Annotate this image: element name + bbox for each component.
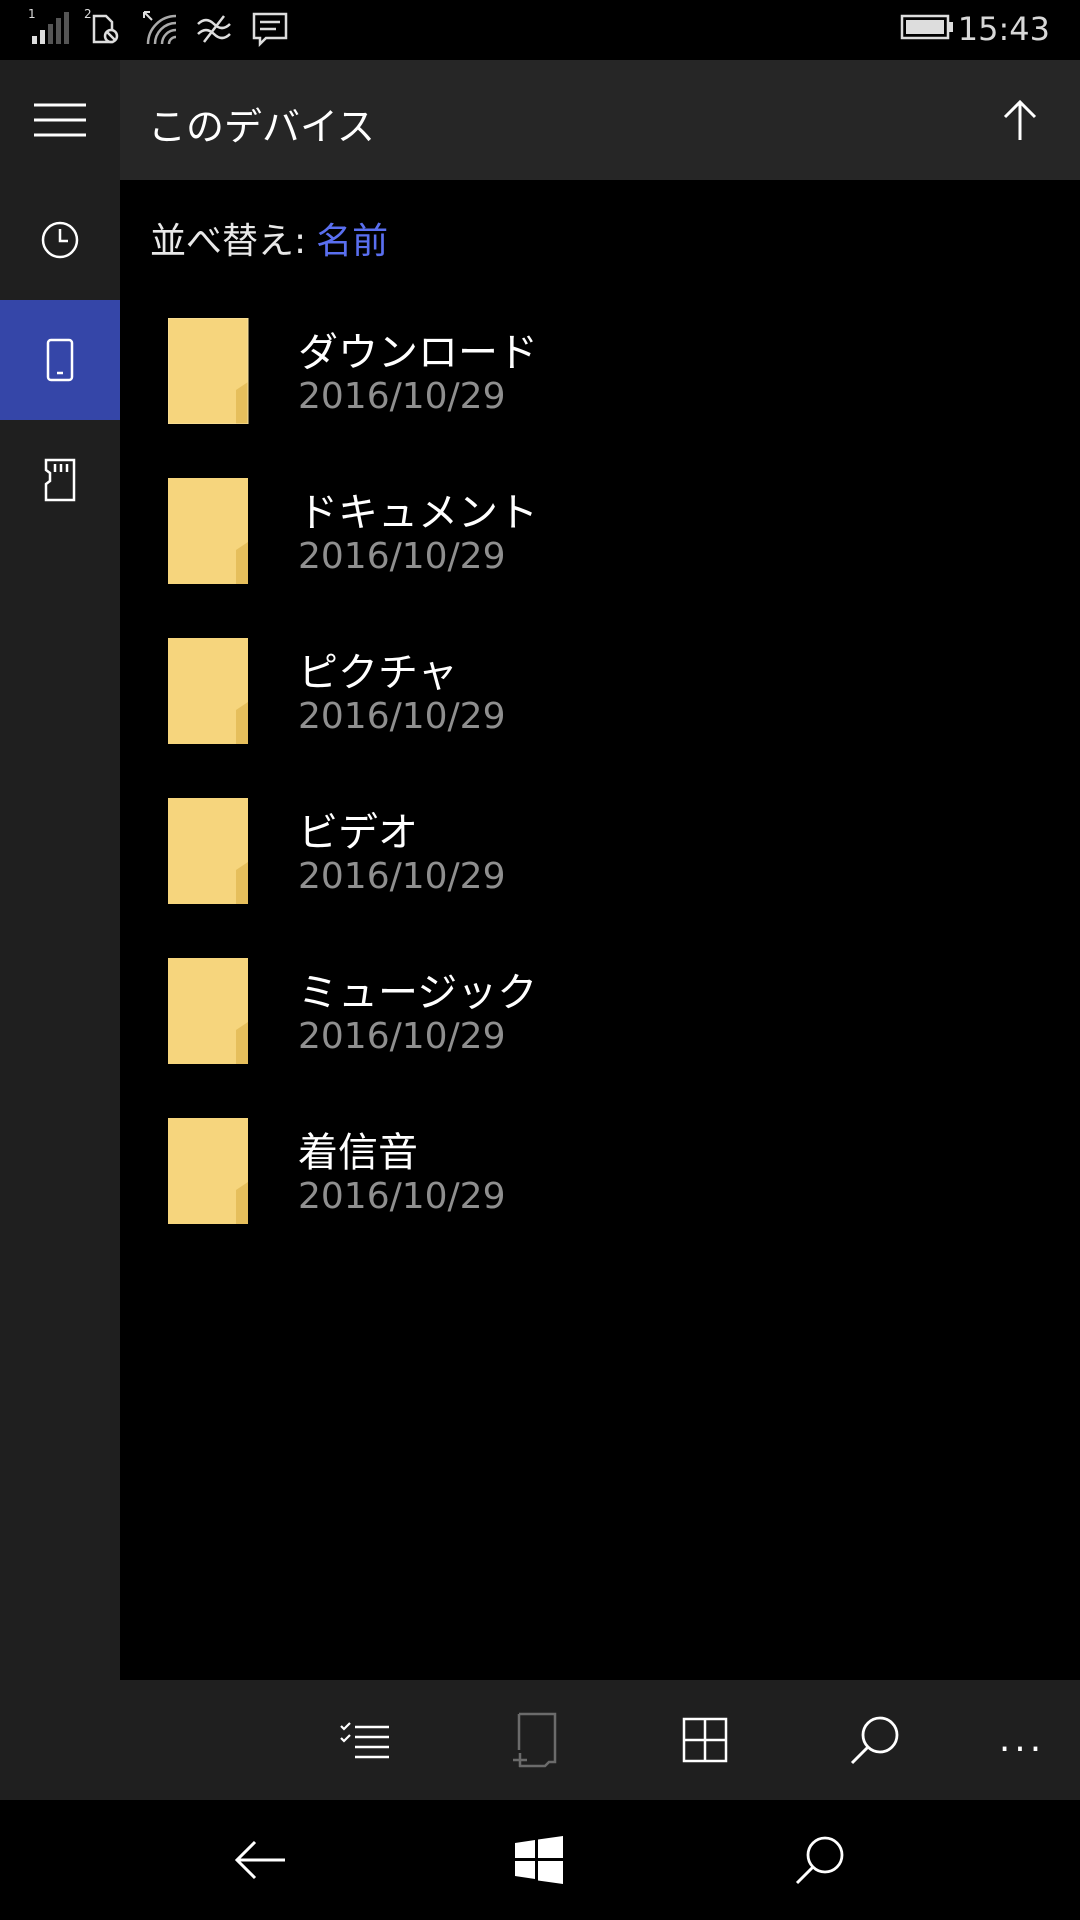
folder-name: 着信音 <box>298 1130 418 1176</box>
folder-date: 2016/10/29 <box>298 376 506 417</box>
folder-name: ドキュメント <box>298 490 538 536</box>
windows-icon <box>515 1836 563 1884</box>
folder-date: 2016/10/29 <box>298 856 506 897</box>
search-icon <box>795 1836 844 1885</box>
search-button[interactable] <box>835 1700 915 1780</box>
more-button[interactable]: ... <box>982 1700 1062 1780</box>
folder-name: ダウンロード <box>298 330 538 376</box>
new-folder-button[interactable] <box>495 1700 575 1780</box>
sim-card-icon: 2 <box>84 6 124 50</box>
arrow-up-icon <box>1003 99 1037 140</box>
back-button[interactable] <box>220 1820 300 1900</box>
menu-button[interactable] <box>0 60 120 180</box>
sim1-label: 1 <box>28 7 36 21</box>
search-icon <box>850 1716 899 1765</box>
navigation-rail <box>0 60 120 1800</box>
view-button[interactable] <box>665 1700 745 1780</box>
back-icon <box>234 1840 285 1880</box>
folder-icon <box>168 318 249 424</box>
folder-date: 2016/10/29 <box>298 1016 506 1057</box>
phone-icon <box>46 338 74 382</box>
page-title: このデバイス <box>148 105 375 149</box>
folder-date: 2016/10/29 <box>298 696 506 737</box>
list-item[interactable]: ミュージック 2016/10/29 <box>120 940 1080 1100</box>
folder-date: 2016/10/29 <box>298 1176 506 1217</box>
system-nav-bar <box>0 1800 1080 1920</box>
start-button[interactable] <box>499 1820 579 1900</box>
sd-card-icon <box>44 458 76 502</box>
rail-item-recent[interactable] <box>0 180 120 300</box>
up-button[interactable] <box>984 84 1056 156</box>
sort-control: 並べ替え: 名前 <box>150 212 388 264</box>
folder-icon <box>168 798 248 904</box>
folder-name: ミュージック <box>298 970 538 1016</box>
folder-icon <box>168 958 248 1064</box>
signal-icon: 1 <box>28 6 72 50</box>
wifi-icon <box>140 8 180 52</box>
list-item[interactable]: ピクチャ 2016/10/29 <box>120 620 1080 780</box>
sort-value-link[interactable]: 名前 <box>316 221 388 262</box>
folder-date: 2016/10/29 <box>298 536 506 577</box>
list-item[interactable]: 着信音 2016/10/29 <box>120 1100 1080 1260</box>
rail-item-sd-card[interactable] <box>0 420 120 540</box>
select-icon <box>340 1722 389 1759</box>
header: このデバイス <box>120 60 1080 180</box>
folder-icon <box>168 478 248 584</box>
status-bar: 1 2 15:43 <box>0 0 1080 60</box>
app-bar: ... <box>120 1680 1080 1800</box>
clock: 15:43 <box>957 10 1050 48</box>
folder-list: ダウンロード 2016/10/29 ドキュメント 2016/10/29 ピクチャ… <box>120 300 1080 1260</box>
folder-icon <box>168 1118 248 1224</box>
recent-icon <box>41 221 79 259</box>
grid-view-icon <box>682 1717 728 1763</box>
data-icon <box>194 8 234 52</box>
rail-item-this-device[interactable] <box>0 300 120 420</box>
list-item[interactable]: ドキュメント 2016/10/29 <box>120 460 1080 620</box>
select-button[interactable] <box>325 1700 405 1780</box>
menu-icon <box>34 103 86 137</box>
sort-label: 並べ替え: <box>150 221 307 262</box>
battery-icon <box>900 14 954 46</box>
folder-name: ビデオ <box>298 810 418 856</box>
folder-icon <box>168 638 248 744</box>
message-icon <box>250 8 290 52</box>
sim2-label: 2 <box>84 7 92 21</box>
system-search-button[interactable] <box>780 1820 860 1900</box>
folder-name: ピクチャ <box>298 650 458 696</box>
list-item[interactable]: ビデオ 2016/10/29 <box>120 780 1080 940</box>
more-icon: ... <box>998 1719 1046 1760</box>
new-folder-icon <box>513 1712 557 1768</box>
list-item[interactable]: ダウンロード 2016/10/29 <box>120 300 1080 460</box>
